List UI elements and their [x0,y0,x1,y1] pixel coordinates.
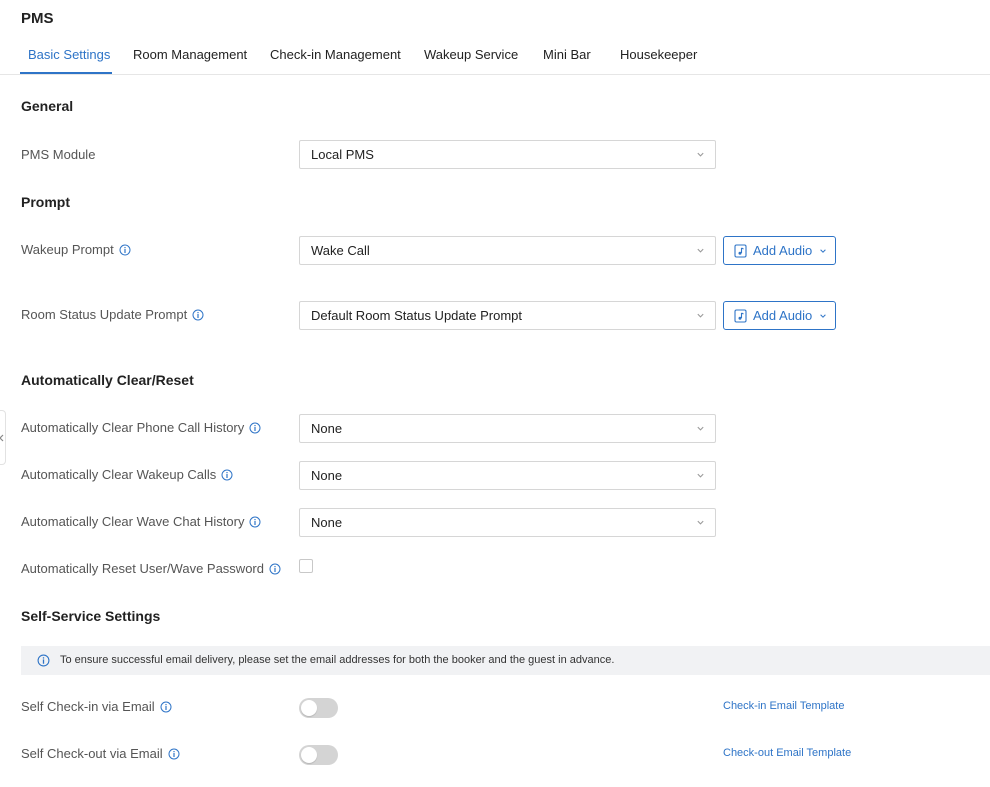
toggle-knob [301,700,317,716]
active-tab-indicator [20,72,112,74]
info-icon[interactable] [168,748,180,760]
wakeup-prompt-select[interactable]: Wake Call [299,236,716,265]
info-icon [37,654,50,667]
pms-module-label: PMS Module [21,147,96,162]
clear-wakeup-calls-select[interactable]: None [299,461,716,490]
chevron-down-icon [697,152,704,157]
tab-check-in-management[interactable]: Check-in Management [270,47,401,62]
clear-phone-call-history-label: Automatically Clear Phone Call History [21,420,261,435]
wakeup-add-audio-button[interactable]: Add Audio [723,236,836,265]
chevron-down-icon [820,249,826,253]
info-icon[interactable] [249,422,261,434]
tab-bar: Basic Settings Room Management Check-in … [0,40,990,75]
self-check-in-label: Self Check-in via Email [21,699,172,714]
section-prompt-title: Prompt [21,194,70,210]
tab-mini-bar[interactable]: Mini Bar [543,47,591,62]
info-icon[interactable] [221,469,233,481]
tab-housekeeper[interactable]: Housekeeper [620,47,697,62]
pms-module-value: Local PMS [311,147,374,162]
sidebar-collapse-handle[interactable] [0,410,6,465]
section-general-title: General [21,98,74,114]
info-icon[interactable] [249,516,261,528]
info-icon[interactable] [160,701,172,713]
notice-text: To ensure successful email delivery, ple… [60,654,615,666]
clear-phone-call-history-select[interactable]: None [299,414,716,443]
tab-room-management[interactable]: Room Management [133,47,247,62]
chevron-down-icon [697,313,704,318]
tab-wakeup-service[interactable]: Wakeup Service [424,47,518,62]
room-status-prompt-select[interactable]: Default Room Status Update Prompt [299,301,716,330]
chevron-down-icon [697,473,704,478]
clear-wakeup-calls-label: Automatically Clear Wakeup Calls [21,467,233,482]
chevron-down-icon [697,520,704,525]
chevron-down-icon [697,248,704,253]
self-check-out-label: Self Check-out via Email [21,746,180,761]
pms-module-select[interactable]: Local PMS [299,140,716,169]
wakeup-prompt-label: Wakeup Prompt [21,242,131,257]
audio-file-icon [734,244,747,258]
toggle-knob [301,747,317,763]
room-status-add-audio-button[interactable]: Add Audio [723,301,836,330]
reset-password-checkbox[interactable] [299,559,313,573]
info-icon[interactable] [119,244,131,256]
clear-wave-chat-history-select[interactable]: None [299,508,716,537]
room-status-prompt-label: Room Status Update Prompt [21,307,204,322]
page-title: PMS [21,10,54,27]
email-delivery-notice: To ensure successful email delivery, ple… [21,646,990,675]
self-check-out-toggle[interactable] [299,745,338,765]
collapse-arrow-icon [0,434,4,442]
chevron-down-icon [820,314,826,318]
reset-password-label: Automatically Reset User/Wave Password [21,561,281,576]
section-self-service-title: Self-Service Settings [21,608,161,624]
section-auto-clear-title: Automatically Clear/Reset [21,372,194,388]
check-out-email-template-link[interactable]: Check-out Email Template [723,747,851,759]
info-icon[interactable] [192,309,204,321]
info-icon[interactable] [269,563,281,575]
chevron-down-icon [697,426,704,431]
tab-basic-settings[interactable]: Basic Settings [28,47,110,62]
audio-file-icon [734,309,747,323]
wakeup-prompt-value: Wake Call [311,243,370,258]
check-in-email-template-link[interactable]: Check-in Email Template [723,700,844,712]
clear-wave-chat-history-label: Automatically Clear Wave Chat History [21,514,261,529]
self-check-in-toggle[interactable] [299,698,338,718]
room-status-prompt-value: Default Room Status Update Prompt [311,308,522,323]
